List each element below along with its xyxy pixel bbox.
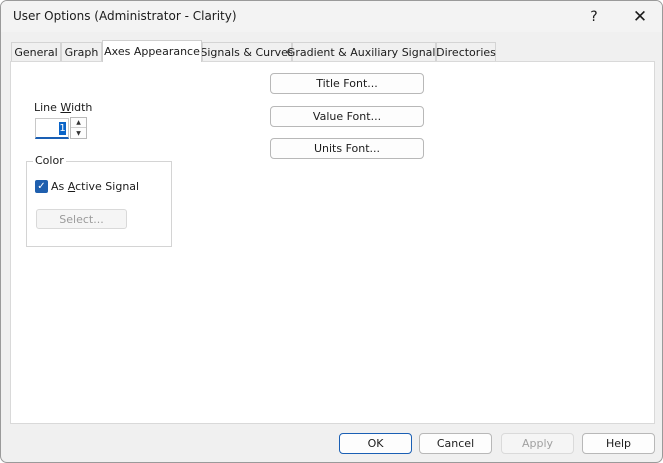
help-button[interactable]: Help — [582, 433, 655, 454]
window-title: User Options (Administrator - Clarity) — [13, 9, 237, 23]
user-options-dialog: User Options (Administrator - Clarity) ?… — [0, 0, 663, 463]
tab-graph[interactable]: Graph — [61, 42, 102, 61]
spin-down-icon[interactable]: ▼ — [71, 128, 86, 138]
as-active-signal-label[interactable]: As Active Signal — [51, 180, 139, 193]
select-color-button[interactable]: Select... — [36, 209, 127, 229]
title-bar: User Options (Administrator - Clarity) ?… — [1, 1, 662, 32]
title-font-button[interactable]: Title Font... — [270, 73, 424, 94]
as-active-signal-label-accel: A — [67, 180, 76, 193]
line-width-label-accel: W — [60, 101, 72, 114]
value-font-button[interactable]: Value Font... — [270, 106, 424, 127]
as-active-signal-label-pre: As — [51, 180, 68, 193]
line-width-value: 1 — [59, 122, 66, 135]
ok-button[interactable]: OK — [339, 433, 412, 454]
line-width-label-pre: Line — [34, 101, 61, 114]
close-icon[interactable]: ✕ — [617, 1, 662, 32]
line-width-label: Line Width — [34, 101, 92, 114]
as-active-signal-checkbox[interactable]: ✓ — [35, 180, 48, 193]
spin-up-icon[interactable]: ▲ — [71, 118, 86, 128]
tab-general[interactable]: General — [11, 42, 61, 61]
tab-directories[interactable]: Directories — [436, 42, 496, 61]
tab-axes-appearance[interactable]: Axes Appearance — [102, 40, 202, 62]
units-font-button[interactable]: Units Font... — [270, 138, 424, 159]
help-icon[interactable]: ? — [571, 1, 617, 32]
line-width-input[interactable]: 1 — [35, 118, 69, 139]
line-width-spinner[interactable]: ▲ ▼ — [70, 117, 87, 139]
color-groupbox: Color ✓ As Active Signal Select... — [26, 154, 172, 247]
tab-gradient-auxiliary-signals[interactable]: Gradient & Auxiliary Signals — [287, 42, 441, 61]
tab-signals-curves[interactable]: Signals & Curves — [200, 42, 294, 61]
color-group-legend: Color — [33, 154, 66, 167]
axes-appearance-panel: Line Width 1 ▲ ▼ Color ✓ As Active Signa… — [10, 61, 655, 424]
checkmark-icon: ✓ — [37, 181, 46, 192]
apply-button[interactable]: Apply — [501, 433, 574, 454]
as-active-signal-label-post: ctive Signal — [75, 180, 140, 193]
cancel-button[interactable]: Cancel — [419, 433, 492, 454]
line-width-label-post: idth — [71, 101, 93, 114]
